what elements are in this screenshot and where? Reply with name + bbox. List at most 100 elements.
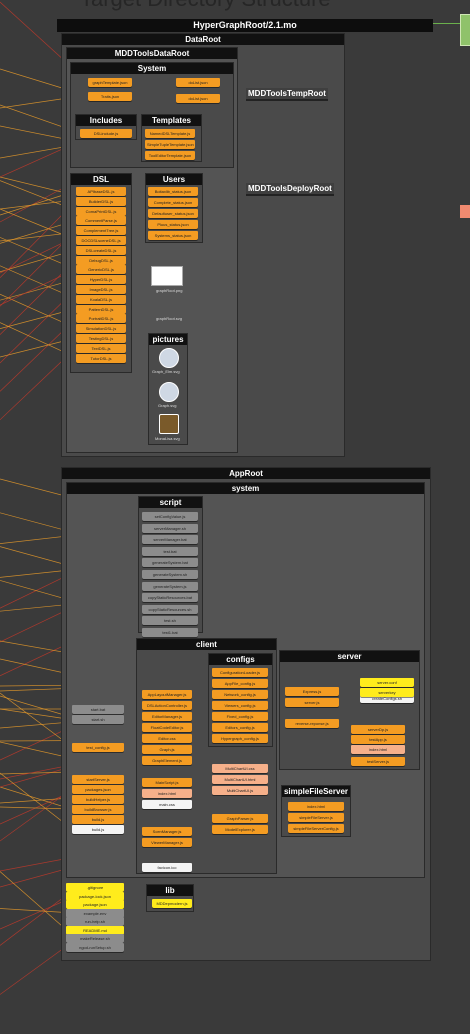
client-file-5[interactable]: Graph.js	[142, 745, 192, 754]
client-extra-file-0[interactable]: MultiChartUI.css	[212, 764, 268, 773]
client-file-9[interactable]: main.css	[142, 800, 192, 809]
simplefileserver-file-2[interactable]: simpleFileServerConfig.js	[288, 824, 344, 833]
dsl-file-0[interactable]: APIbaseDSL.js	[76, 187, 126, 196]
client-extra-file-1[interactable]: MultiChartUI.html	[212, 775, 268, 784]
script-file-10[interactable]: test1.bat	[142, 628, 198, 637]
client-extra-file-2[interactable]: MultiChartUI.js	[212, 786, 268, 795]
dsl-file-11[interactable]: KoalaDSL.js	[76, 294, 126, 304]
system-loose-file-5[interactable]: buildHelper.js	[72, 795, 124, 804]
dsl-file-17[interactable]: TutorDSL.js	[76, 353, 126, 363]
system-loose-file-8[interactable]: build.js	[72, 825, 124, 834]
users-file-1[interactable]: Complete_status.json	[148, 198, 198, 207]
client-file-10[interactable]: ScenManager.js	[142, 827, 192, 836]
client-file-7[interactable]: MainScript.js	[142, 778, 192, 787]
system-loose-file-7[interactable]: build.js	[72, 815, 124, 824]
dsl-file-13[interactable]: PortraitDSL.js	[76, 314, 126, 324]
templates-file-0[interactable]: NamedDSLTemplate.js	[145, 129, 195, 138]
root-loose-file-6[interactable]: makeRelease.sh	[66, 934, 124, 943]
script-file-0[interactable]: setConfigValue.js	[142, 512, 198, 521]
simplefileserver-file-1[interactable]: simpleFileServer.js	[288, 813, 344, 822]
server-file-1[interactable]: server.conf	[360, 678, 414, 687]
system-file-3[interactable]: doList.json	[176, 94, 220, 103]
client-file-4[interactable]: Editor.css	[142, 734, 192, 743]
script-file-6[interactable]: generateSystem.js	[142, 581, 198, 591]
client-file-8[interactable]: index.html	[142, 789, 192, 798]
templates-file-1[interactable]: SimpleTupleTemplate.json	[145, 140, 195, 149]
script-file-9[interactable]: test.sh	[142, 616, 198, 626]
client-file-2[interactable]: EditorManager.js	[142, 712, 192, 721]
dsl-file-14[interactable]: SimulationDSL.js	[76, 324, 126, 334]
side-node-salmon	[460, 205, 470, 218]
script-file-4[interactable]: generateSystem.bat	[142, 558, 198, 568]
client-extra-file-4[interactable]: ModelExplorer.js	[212, 825, 268, 834]
server-file-3[interactable]: Express.js	[285, 687, 339, 696]
client-file-1[interactable]: DSLActionController.js	[142, 701, 192, 710]
root-loose-file-4[interactable]: run-help.sh	[66, 917, 124, 926]
templates-file-2[interactable]: ToolEditorTemplate.json	[145, 151, 195, 160]
script-file-2[interactable]: serverManager.bat	[142, 535, 198, 545]
configs-file-6[interactable]: Hypergraph_config.js	[212, 734, 268, 743]
lib-file-0[interactable]: MDDepmodern.js	[152, 899, 192, 908]
includes-file-0[interactable]: DSLinclude.js	[80, 129, 132, 138]
server-file-4[interactable]: server.js	[285, 698, 339, 707]
root-loose-file-0[interactable]: .gitignore	[66, 883, 124, 892]
configs-file-4[interactable]: Fixed_config.js	[212, 712, 268, 721]
system-loose-file-0[interactable]: start.bat	[72, 705, 124, 714]
dsl-file-15[interactable]: TestingDSL.js	[76, 334, 126, 343]
users-file-4[interactable]: Systems_status.json	[148, 231, 198, 240]
dsl-file-3[interactable]: CommentParse.js	[76, 216, 126, 226]
system-file-0[interactable]: graphTemplate.json	[88, 78, 132, 87]
system-loose-file-1[interactable]: start.sh	[72, 715, 124, 724]
system-loose-file-6[interactable]: buildBrowser.js	[72, 805, 124, 814]
configs-file-3[interactable]: Viewers_config.js	[212, 701, 268, 710]
server-file-7[interactable]: testApp.js	[351, 735, 405, 744]
dsl-header: DSL	[71, 174, 131, 185]
users-file-2[interactable]: Defaultuser_status.json	[148, 209, 198, 218]
configs-file-5[interactable]: Editors_config.js	[212, 723, 268, 732]
lib-header: lib	[147, 885, 193, 896]
dsl-file-6[interactable]: DSLcreateDSL.js	[76, 245, 126, 255]
script-file-7[interactable]: copyStaticResources.bat	[142, 593, 198, 603]
dsl-file-9[interactable]: HyperDSL.js	[76, 275, 126, 285]
configs-file-0[interactable]: ConfigurationLoader.js	[212, 668, 268, 677]
deployroot-label: MDDToolsDeployRoot	[246, 183, 334, 196]
dsl-file-10[interactable]: ImageDSL.js	[76, 285, 126, 294]
graph-caption: Graph.svg	[158, 403, 177, 408]
temproot-label: MDDToolsTempRoot	[246, 88, 328, 101]
system-loose-file-2[interactable]: test_config.js	[72, 743, 124, 752]
server-file-9[interactable]: testServer.js	[351, 757, 405, 766]
server-file-6[interactable]: serverDp.js	[351, 725, 405, 734]
client-file-0[interactable]: AppLayoutManager.js	[142, 690, 192, 699]
root-loose-file-2[interactable]: package.json	[66, 900, 124, 909]
dsl-file-12[interactable]: PatternDSL.js	[76, 304, 126, 314]
system-loose-file-3[interactable]: startServer.js	[72, 775, 124, 784]
dsl-file-16[interactable]: TextDSL.js	[76, 343, 126, 353]
users-file-0[interactable]: Boitaxlib_status.json	[148, 187, 198, 196]
dsl-file-4[interactable]: ComplementTree.js	[76, 226, 126, 236]
script-file-3[interactable]: test.bat	[142, 546, 198, 556]
client-file-6[interactable]: GraphElement.js	[142, 756, 192, 765]
script-file-5[interactable]: generateSystem.sh	[142, 570, 198, 579]
server-file-8[interactable]: index.html	[351, 745, 405, 754]
users-file-3[interactable]: Pluus_status.json	[148, 220, 198, 229]
client-file-12[interactable]: favicon.ico	[142, 863, 192, 872]
system-loose-file-4[interactable]: packages.json	[72, 785, 124, 794]
simplefileserver-file-0[interactable]: index.html	[288, 802, 344, 811]
configs-file-1[interactable]: AppFile_config.js	[212, 679, 268, 688]
dsl-file-7[interactable]: DebugDSL.js	[76, 255, 126, 265]
client-extra-file-3[interactable]: GraphParser.js	[212, 814, 268, 823]
script-file-8[interactable]: copyStaticResources.sh	[142, 604, 198, 614]
server-file-2[interactable]: serverkey	[360, 688, 414, 697]
system-file-1[interactable]: Traits.json	[88, 92, 132, 101]
client-file-11[interactable]: ViewerManager.js	[142, 838, 192, 847]
configs-file-2[interactable]: Network_config.js	[212, 690, 268, 699]
dsl-file-5[interactable]: DOCDSLsceneDSL.js	[76, 236, 126, 245]
dsl-file-1[interactable]: BuilderDSL.js	[76, 196, 126, 206]
server-file-5[interactable]: reverse-reponse.js	[285, 719, 339, 728]
dsl-file-2[interactable]: ComaPrintDSL.js	[76, 206, 126, 216]
system-file-2[interactable]: doList.json	[176, 78, 220, 87]
dsl-file-8[interactable]: GenericDSL.js	[76, 265, 126, 275]
root-loose-file-7[interactable]: ngod-runSetup.sh	[66, 942, 124, 952]
script-file-1[interactable]: serverManager.sh	[142, 523, 198, 533]
client-file-3[interactable]: FloatCodeEditor.js	[142, 723, 192, 732]
